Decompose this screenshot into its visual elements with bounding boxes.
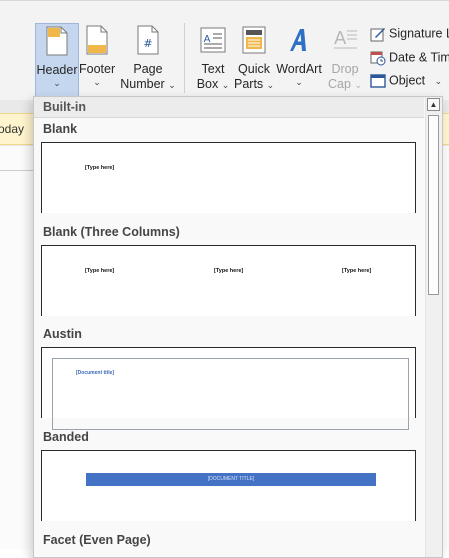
page-number-label-text: Number: [120, 77, 165, 91]
quick-parts-label-bottom: Parts ⌄: [234, 77, 274, 93]
gallery-item-title: Austin: [43, 327, 82, 341]
gallery-scrollbar[interactable]: ▲: [425, 97, 442, 557]
chevron-down-icon: ⌄: [53, 78, 61, 88]
gallery-item-banded[interactable]: [DOCUMENT TITLE]: [41, 450, 416, 521]
text-box-icon: A: [200, 27, 226, 53]
wordart-icon: [290, 29, 306, 51]
text-box-label-top: Text: [201, 62, 225, 76]
quick-parts-button[interactable]: Quick Parts ⌄: [234, 23, 274, 95]
gallery-item-title: Banded: [43, 430, 89, 444]
placeholder-text: [Type here]: [85, 165, 115, 171]
drop-cap-icon: A: [334, 28, 357, 49]
placeholder-text: [Document title]: [76, 370, 115, 376]
svg-text:#: #: [143, 37, 152, 50]
header-icon: [46, 26, 68, 56]
signature-line-label: Signature L: [389, 26, 449, 41]
placeholder-text: [DOCUMENT TITLE]: [207, 476, 255, 482]
chevron-down-icon: ⌄: [295, 77, 303, 87]
svg-text:A: A: [334, 28, 347, 49]
placeholder-text: [Type here]: [214, 268, 244, 274]
calendar-icon: [370, 51, 386, 66]
drop-cap-label-bottom: Cap ⌄: [326, 77, 364, 93]
quick-parts-label-text: Parts: [234, 77, 264, 91]
scrollbar-thumb[interactable]: [428, 115, 439, 295]
drop-cap-button[interactable]: A Drop Cap ⌄: [326, 23, 364, 95]
object-icon: [370, 74, 386, 88]
builtin-group-header: Built-in: [34, 97, 424, 118]
gallery-item-austin[interactable]: [Document title]: [41, 347, 416, 430]
chevron-down-icon: ⌄: [354, 80, 362, 90]
group-separator: [184, 23, 185, 93]
svg-text:A: A: [204, 34, 211, 45]
ruler: [0, 146, 36, 171]
signature-icon: [370, 28, 385, 42]
date-time-label: Date & Tim: [389, 50, 449, 65]
gallery-item-blank-three-columns[interactable]: [Type here] [Type here] [Type here]: [41, 245, 416, 316]
chevron-down-icon: ⌄: [168, 80, 176, 90]
page-number-label-bottom: Number ⌄: [119, 77, 177, 93]
page-number-icon: #: [137, 25, 159, 55]
quick-parts-label-top: Quick: [238, 62, 270, 76]
text-box-label-bottom: Box ⌄: [194, 77, 232, 93]
text-box-button[interactable]: A Text Box ⌄: [194, 23, 232, 95]
quick-parts-icon: [242, 26, 266, 54]
drop-cap-label-text: Cap: [328, 77, 351, 91]
chevron-down-icon: ⌄: [93, 77, 101, 87]
notification-text-fragment: oday: [0, 122, 25, 136]
wordart-button[interactable]: WordArt ⌄: [275, 23, 323, 95]
page-number-button[interactable]: # Page Number ⌄: [119, 23, 177, 95]
date-time-button[interactable]: Date & Tim: [370, 50, 449, 66]
chevron-down-icon: ⌄: [434, 76, 443, 87]
header-button[interactable]: Header ⌄: [35, 23, 79, 97]
page-number-label-top: Page: [133, 62, 163, 76]
banded-title-bar: [DOCUMENT TITLE]: [86, 473, 376, 486]
object-button[interactable]: Object ⌄: [370, 73, 442, 89]
footer-button[interactable]: Footer ⌄: [79, 23, 115, 95]
insert-ribbon: Header ⌄ Footer ⌄ # Page Number ⌄ A Text…: [0, 0, 449, 101]
gallery-item-blank[interactable]: [Type here]: [41, 142, 416, 213]
chevron-down-icon: ⌄: [221, 80, 230, 90]
drop-cap-label-top: Drop: [331, 62, 359, 76]
austin-border: [52, 358, 409, 430]
gallery-item-title: Blank (Three Columns): [43, 225, 180, 239]
scroll-up-arrow-icon[interactable]: ▲: [427, 98, 440, 111]
object-label: Object: [389, 73, 426, 88]
placeholder-text: [Type here]: [342, 268, 372, 274]
signature-line-button[interactable]: Signature L: [370, 26, 449, 42]
chevron-down-icon: ⌄: [266, 80, 275, 90]
placeholder-text: [Type here]: [85, 268, 115, 274]
footer-icon: [86, 25, 108, 55]
gallery-item-title: Blank: [43, 122, 78, 136]
gallery-item-title: Facet (Even Page): [43, 533, 151, 547]
header-gallery-dropdown: Built-in Blank [Type here] Blank (Three …: [33, 96, 443, 558]
text-box-label-text: Box: [196, 77, 219, 91]
